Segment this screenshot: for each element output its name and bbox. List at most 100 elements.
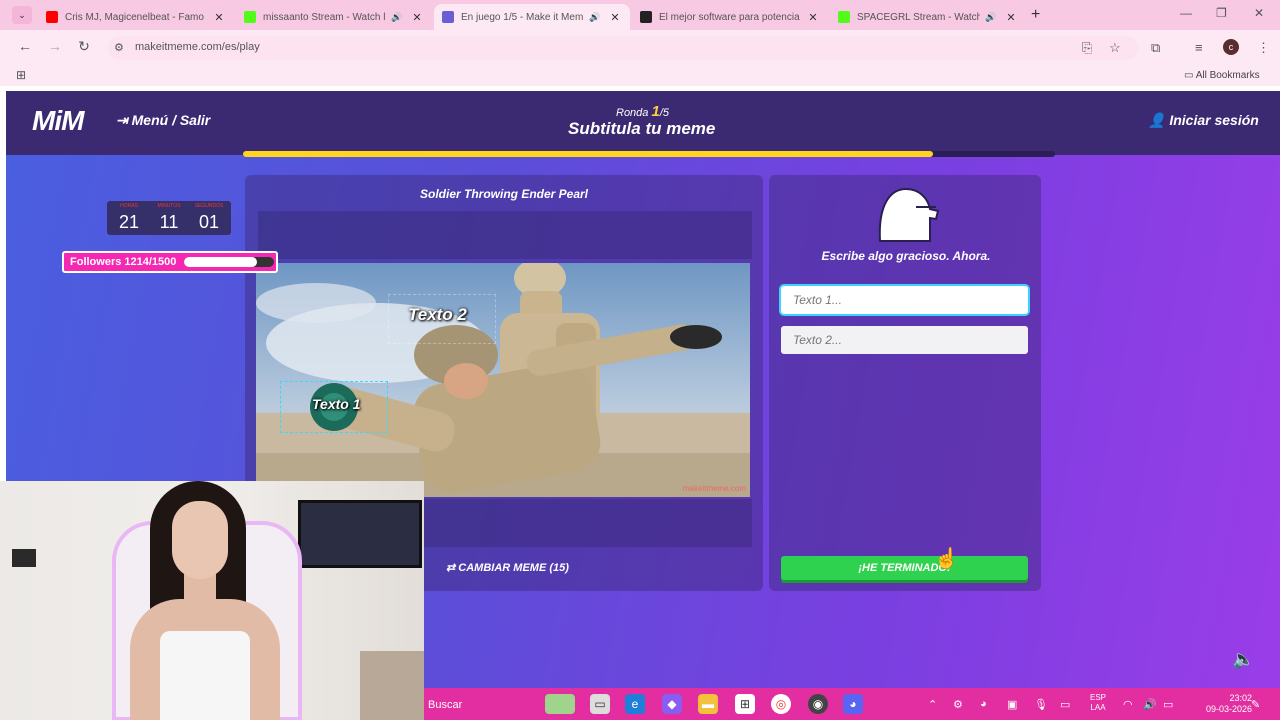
meme-title: Soldier Throwing Ender Pearl: [419, 187, 589, 201]
close-tab-icon[interactable]: ✕: [212, 11, 226, 24]
edge-icon[interactable]: e: [625, 694, 645, 714]
wifi-icon[interactable]: ◠: [1123, 698, 1133, 711]
meme-top-strip: [258, 211, 752, 259]
makeitmeme-favicon-icon: [442, 11, 454, 23]
webcam-overlay: [0, 481, 424, 720]
browser-tab[interactable]: El mejor software para potencia ✕: [632, 4, 828, 30]
close-window-icon[interactable]: ✕: [1254, 6, 1264, 20]
apps-grid-icon[interactable]: ⊞: [16, 68, 26, 82]
system-clock[interactable]: 23:02 09-03-2026: [1206, 693, 1252, 715]
close-tab-icon[interactable]: ✕: [806, 11, 820, 24]
change-meme-label: CAMBIAR MEME (15): [458, 562, 569, 574]
taskbar-search[interactable]: Buscar: [428, 699, 462, 711]
caption-2-input[interactable]: [781, 326, 1028, 354]
discord-tray-icon[interactable]: ◕: [980, 698, 987, 710]
phase-title: Subtitula tu meme: [568, 119, 716, 138]
minimize-icon[interactable]: —: [1180, 6, 1192, 20]
site-header: MiM ⇥ Menú / Salir Ronda 1/5 Subtitula t…: [6, 91, 1280, 155]
round-indicator: Ronda 1/5: [616, 103, 669, 120]
background-monitor: [298, 500, 422, 568]
close-tab-icon[interactable]: ✕: [1004, 11, 1018, 24]
url-text[interactable]: makeitmeme.com/es/play: [135, 41, 260, 53]
mascot-icon: [876, 185, 942, 248]
round-timer-fill: [243, 151, 934, 157]
file-explorer-icon[interactable]: ▬: [698, 694, 718, 714]
hours-label: HORAS: [120, 203, 138, 209]
copilot-icon[interactable]: ◆: [662, 694, 682, 714]
restore-icon[interactable]: ❐: [1216, 6, 1227, 20]
seconds-label: SEGUNDOS: [194, 203, 224, 209]
discord-icon[interactable]: ◕: [843, 694, 863, 714]
close-tab-icon[interactable]: ✕: [410, 11, 424, 24]
browser-tab[interactable]: Cris MJ, Magicenelbeat - Famo ✕: [38, 4, 234, 30]
language-indicator[interactable]: ESP LAA: [1090, 693, 1106, 713]
install-app-icon[interactable]: ⎘: [1082, 40, 1092, 56]
done-button[interactable]: ¡HE TERMINADO!: [781, 556, 1028, 580]
followers-progress-bar: [184, 257, 274, 267]
bookmark-star-icon[interactable]: ☆: [1109, 40, 1121, 56]
round-timer-bar: [243, 151, 1055, 157]
change-meme-button[interactable]: ⇄ CAMBIAR MEME (15): [446, 561, 569, 574]
menu-exit-label: Menú / Salir: [131, 112, 211, 128]
notifications-icon[interactable]: ✎: [1251, 698, 1260, 711]
tab-title: missaanto Stream - Watch l: [263, 11, 386, 23]
login-button[interactable]: 👤 Iniciar sesión: [1148, 112, 1259, 129]
forward-icon[interactable]: →: [46, 38, 64, 54]
clock-date: 09-03-2026: [1206, 704, 1253, 714]
speaker-object: [12, 549, 36, 567]
new-tab-icon[interactable]: +: [1031, 6, 1040, 24]
site-logo[interactable]: MiM: [32, 105, 84, 137]
reload-icon[interactable]: ↻: [75, 38, 93, 55]
store-icon[interactable]: ⊞: [735, 694, 755, 714]
round-prefix: Ronda: [616, 107, 652, 119]
speaker-icon[interactable]: 🔊: [588, 12, 602, 23]
extensions-icon[interactable]: ⧉: [1151, 40, 1160, 56]
meme-image: makeitmeme.com: [256, 263, 750, 497]
tab-title: SPACEGRL Stream - Watch: [857, 11, 980, 23]
tray-device-icon[interactable]: ▣: [1007, 698, 1017, 711]
address-bar[interactable]: [108, 36, 1138, 60]
volume-icon[interactable]: 🔊: [1143, 698, 1157, 711]
browser-tab[interactable]: missaanto Stream - Watch l 🔊 ✕: [236, 4, 432, 30]
browser-tab-active[interactable]: En juego 1/5 - Make it Mem 🔊 ✕: [434, 4, 630, 30]
tab-title: Cris MJ, Magicenelbeat - Famo: [65, 11, 204, 23]
tray-monitor-icon[interactable]: ▭: [1060, 698, 1070, 711]
speaker-icon[interactable]: 🔊: [984, 12, 998, 23]
seconds-value: 01: [198, 212, 220, 232]
all-bookmarks[interactable]: ▭ All Bookmarks: [1184, 70, 1260, 81]
countdown-widget: HORAS MINUTOS SEGUNDOS 21 11 01: [107, 201, 231, 235]
battery-icon[interactable]: ▭: [1163, 698, 1173, 711]
chrome-icon[interactable]: ◎: [771, 694, 791, 714]
tab-search-menu[interactable]: ⌄: [12, 6, 32, 24]
kick-favicon-icon: [838, 11, 850, 23]
youtube-favicon-icon: [46, 11, 58, 23]
more-menu-icon[interactable]: ⋮: [1257, 40, 1270, 56]
close-tab-icon[interactable]: ✕: [608, 11, 622, 24]
menu-exit-button[interactable]: ⇥ Menú / Salir: [116, 112, 210, 129]
profile-avatar[interactable]: c: [1223, 39, 1239, 55]
speaker-icon[interactable]: 🔊: [390, 12, 404, 23]
swap-icon: ⇄: [446, 562, 459, 574]
keyboard-layout: LAA: [1090, 703, 1106, 712]
software-favicon-icon: [640, 11, 652, 23]
site-info-icon[interactable]: ⚙: [114, 41, 124, 54]
streamer-face: [172, 501, 228, 579]
followers-progress-fill: [184, 257, 257, 267]
kick-favicon-icon: [244, 11, 256, 23]
caption-1-input[interactable]: [781, 286, 1028, 314]
login-label: Iniciar sesión: [1169, 112, 1259, 128]
bookmarks-bar: [0, 64, 1280, 86]
background-table: [360, 651, 424, 720]
sound-icon[interactable]: 🔈: [1232, 649, 1254, 670]
microphone-icon[interactable]: 🎙: [1034, 698, 1048, 711]
obs-icon[interactable]: ◉: [808, 694, 828, 714]
browser-tab[interactable]: SPACEGRL Stream - Watch 🔊 ✕: [830, 4, 1026, 30]
user-icon: 👤: [1148, 112, 1170, 128]
search-highlight-icon[interactable]: [545, 694, 575, 714]
prompt-text: Escribe algo gracioso. Ahora.: [821, 249, 991, 263]
media-controls-icon[interactable]: ≡: [1195, 40, 1203, 55]
show-hidden-icons-icon[interactable]: ⌃: [928, 698, 937, 711]
task-view-icon[interactable]: ▭: [590, 694, 610, 714]
back-icon[interactable]: ←: [16, 38, 34, 54]
tray-app-icon[interactable]: ⚙: [953, 698, 963, 711]
